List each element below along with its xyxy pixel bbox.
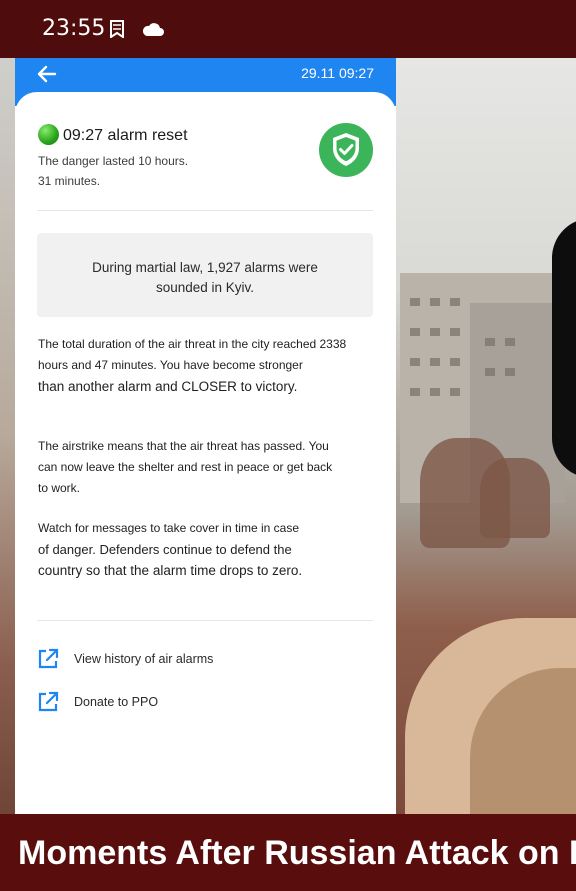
paragraph-line: than another alarm and CLOSER to victory… (38, 379, 298, 394)
paragraph-line: of danger. Defenders continue to defend … (38, 542, 292, 557)
bookmark-icon (110, 20, 124, 38)
paragraph-line: to work. (38, 481, 81, 495)
external-link-icon[interactable] (36, 647, 60, 671)
news-caption-bar: Moments After Russian Attack on K (0, 814, 576, 891)
paragraph-line: Watch for messages to take cover in time… (38, 521, 299, 535)
paragraph-line: can now leave the shelter and rest in pe… (38, 460, 333, 474)
app-screen: 29.11 09:27 09:27 alarm reset The danger… (15, 58, 396, 814)
advice-paragraph: Watch for messages to take cover in time… (38, 518, 378, 581)
back-arrow-icon[interactable] (35, 62, 59, 86)
paragraph-line: The airstrike means that the air threat … (38, 439, 329, 453)
news-caption: Moments After Russian Attack on K (18, 834, 576, 872)
all-clear-paragraph: The airstrike means that the air threat … (38, 436, 378, 499)
status-dot-icon (38, 124, 59, 145)
status-bar: 23:55 (0, 0, 576, 58)
duration-line-2: 31 minutes. (38, 174, 101, 188)
alert-timestamp: 29.11 09:27 (301, 65, 374, 81)
summary-line-2: sounded in Kyiv. (155, 280, 255, 295)
cloud-icon (142, 23, 164, 36)
divider (37, 210, 373, 211)
donate-link-label[interactable]: Donate to PPO (74, 695, 158, 709)
duration-line-1: The danger lasted 10 hours. (38, 154, 189, 168)
status-time: 23:55 (42, 16, 106, 41)
paragraph-line: hours and 47 minutes. You have become st… (38, 358, 303, 372)
history-link-label[interactable]: View history of air alarms (74, 652, 213, 666)
shield-check-icon (319, 123, 373, 177)
duration-paragraph: The total duration of the air threat in … (38, 334, 378, 397)
alert-title: 09:27 alarm reset (63, 127, 188, 144)
divider (37, 620, 373, 621)
summary-box: During martial law, 1,927 alarms were so… (37, 233, 373, 317)
paragraph-line: The total duration of the air threat in … (38, 337, 347, 351)
summary-line-1: During martial law, 1,927 alarms were (92, 260, 318, 275)
external-link-icon[interactable] (36, 690, 60, 714)
paragraph-line: country so that the alarm time drops to … (38, 563, 303, 578)
